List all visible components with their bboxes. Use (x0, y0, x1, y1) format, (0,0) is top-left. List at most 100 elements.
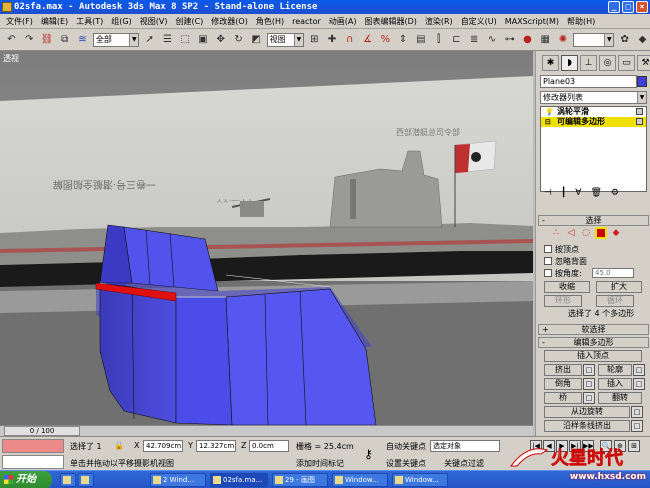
close-button[interactable]: × (636, 1, 648, 13)
show-end-result-icon[interactable]: ┃ (561, 188, 566, 198)
mirror-icon[interactable]: ⫿ (431, 32, 446, 48)
task-window-2[interactable]: Window... (392, 473, 448, 487)
remove-modifier-icon[interactable]: 🗑 (590, 188, 601, 198)
ring-button[interactable]: 环形 (544, 295, 582, 307)
quicklaunch-ie-icon[interactable] (60, 473, 76, 487)
outline-button[interactable]: 轮廓 (598, 364, 632, 376)
key-selection-dropdown[interactable]: 选定对象 (430, 440, 500, 452)
named-selection-icon[interactable]: ▤ (413, 32, 428, 48)
menu-views[interactable]: 视图(V) (136, 14, 172, 29)
object-name-field[interactable]: Plane03 (540, 75, 637, 88)
spinner-snap-icon[interactable]: ⇕ (396, 32, 411, 48)
perspective-viewport[interactable]: 一卷三号·潜艇全船图解 西部潜艇总司令部 ㅅㅅ·一·ㅅㅅ 透视 (0, 51, 533, 425)
menu-create[interactable]: 创建(C) (171, 14, 207, 29)
inset-button[interactable]: 插入 (598, 378, 632, 390)
menu-maxscript[interactable]: MAXScript(M) (501, 14, 563, 29)
create-tab-icon[interactable]: ✱ (542, 55, 559, 71)
active-shade-icon[interactable]: ◆ (635, 32, 650, 48)
rectangular-selection-icon[interactable]: ⬚ (178, 32, 193, 48)
task-windows-group[interactable]: 2 Wind... (150, 473, 206, 487)
menu-help[interactable]: 帮助(H) (563, 14, 599, 29)
menu-rendering[interactable]: 渲染(R) (421, 14, 457, 29)
by-vertex-option[interactable]: 按顶点 (544, 244, 579, 254)
add-time-tag[interactable]: 添加时间标记 (296, 458, 344, 469)
ignore-backfacing-checkbox[interactable] (544, 257, 552, 265)
hinge-from-edge-button[interactable]: 从边旋转 (544, 406, 630, 418)
undo-icon[interactable]: ↶ (4, 32, 19, 48)
y-coordinate-field[interactable]: 12.327cm (196, 440, 236, 452)
hierarchy-tab-icon[interactable]: ⊥ (580, 55, 597, 71)
percent-snap-icon[interactable]: % (378, 32, 393, 48)
menu-tools[interactable]: 工具(T) (72, 14, 107, 29)
insert-vertex-button[interactable]: 插入顶点 (544, 350, 642, 362)
render-scene-icon[interactable]: ▦ (538, 32, 553, 48)
outline-settings-icon[interactable]: □ (633, 364, 645, 376)
modify-tab-icon[interactable]: ◗ (561, 55, 578, 71)
auto-key-button[interactable]: 自动关键点 (386, 441, 426, 452)
pin-stack-icon[interactable]: ⊣ (544, 188, 552, 198)
select-and-link-icon[interactable]: ⛓ (40, 32, 55, 48)
loop-button[interactable]: 循环 (596, 295, 634, 307)
quicklaunch-desktop-icon[interactable] (78, 473, 94, 487)
start-button[interactable]: 开始 (0, 471, 52, 488)
align-icon[interactable]: ⊏ (449, 32, 464, 48)
key-icon[interactable]: ⚷ (364, 447, 373, 461)
maxscript-listener-red[interactable] (2, 439, 64, 453)
lock-icon[interactable]: 🔒 (114, 441, 124, 450)
vertex-icon[interactable]: ∴ (550, 227, 562, 239)
z-coordinate-field[interactable]: 0.0cm (249, 440, 289, 452)
select-object-icon[interactable]: ➚ (142, 32, 157, 48)
motion-tab-icon[interactable]: ◎ (599, 55, 616, 71)
ignore-backfacing-option[interactable]: 忽略背面 (544, 256, 587, 266)
extrude-button[interactable]: 挤出 (544, 364, 582, 376)
stack-item-turbosmooth[interactable]: 💡 涡轮平滑 (541, 107, 646, 117)
extrude-spline-settings-icon[interactable]: □ (631, 420, 643, 432)
maxscript-listener-white[interactable] (2, 455, 64, 469)
menu-modifiers[interactable]: 修改器(O) (207, 14, 252, 29)
redo-icon[interactable]: ↷ (22, 32, 37, 48)
render-type-dropdown[interactable]: ▼ (573, 32, 615, 47)
select-by-name-icon[interactable]: ☰ (160, 32, 175, 48)
by-vertex-checkbox[interactable] (544, 245, 552, 253)
reference-coordinate-dropdown[interactable]: 视图 ▼ (266, 32, 304, 47)
menu-graph-editors[interactable]: 图表编辑器(D) (360, 14, 420, 29)
grow-button[interactable]: 扩大 (596, 281, 642, 293)
menu-edit[interactable]: 编辑(E) (37, 14, 72, 29)
hinge-settings-icon[interactable]: □ (631, 406, 643, 418)
menu-character[interactable]: 角色(H) (252, 14, 288, 29)
key-filters-button[interactable]: 关键点过滤 (444, 458, 484, 469)
soft-selection-rollout-header[interactable]: + 软选择 (538, 324, 649, 335)
extrude-along-spline-button[interactable]: 沿样条线挤出 (544, 420, 630, 432)
minimize-button[interactable]: _ (608, 1, 620, 13)
expand-plus-icon[interactable]: ⊟ (545, 118, 552, 126)
edge-icon[interactable]: ◁ (565, 227, 577, 239)
configure-sets-icon[interactable]: ⚙ (611, 188, 619, 198)
snaps-toggle-icon[interactable]: ∩ (342, 32, 357, 48)
display-tab-icon[interactable]: ▭ (618, 55, 635, 71)
menu-customize[interactable]: 自定义(U) (457, 14, 501, 29)
extrude-settings-icon[interactable]: □ (583, 364, 595, 376)
menu-group[interactable]: 组(G) (107, 14, 135, 29)
unlink-icon[interactable]: ⧉ (57, 32, 72, 48)
selection-filter-dropdown[interactable]: 全部 ▼ (92, 32, 140, 47)
shrink-button[interactable]: 收缩 (544, 281, 590, 293)
rotate-icon[interactable]: ↻ (231, 32, 246, 48)
set-key-button[interactable]: 设置关键点 (386, 458, 426, 469)
lightbulb-icon[interactable]: 💡 (545, 108, 554, 116)
schematic-view-icon[interactable]: ⊶ (502, 32, 517, 48)
edit-polygons-rollout-header[interactable]: - 编辑多边形 (538, 337, 649, 348)
selection-rollout-header[interactable]: - 选择 (538, 215, 649, 226)
border-icon[interactable]: ◌ (580, 227, 592, 239)
move-icon[interactable]: ✥ (213, 32, 228, 48)
viewport-label[interactable]: 透视 (3, 53, 19, 64)
menu-reactor[interactable]: reactor (288, 14, 325, 29)
task-paint[interactable]: 29 - 画图 (272, 473, 328, 487)
render-last-icon[interactable]: ✿ (617, 32, 632, 48)
manipulate-icon[interactable]: ✚ (325, 32, 340, 48)
inset-settings-icon[interactable]: □ (633, 378, 645, 390)
bevel-button[interactable]: 倒角 (544, 378, 582, 390)
by-angle-option[interactable]: 按角度: (544, 268, 582, 278)
menu-animation[interactable]: 动画(A) (325, 14, 361, 29)
utilities-tab-icon[interactable]: ⚒ (637, 55, 650, 71)
time-slider[interactable]: 0 / 100 (4, 426, 80, 436)
